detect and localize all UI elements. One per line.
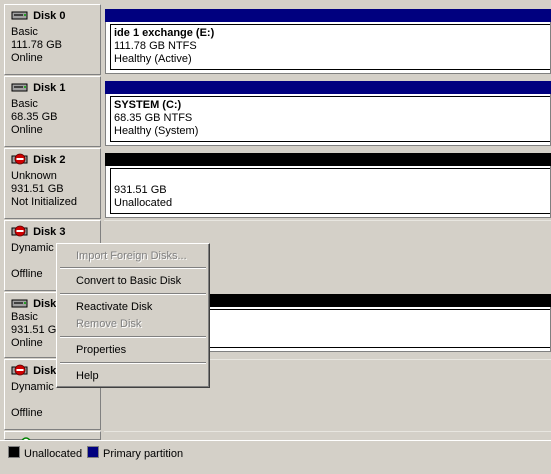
disk-name: Disk 2 (33, 154, 66, 166)
disk-type: Basic (11, 311, 38, 323)
disk-status: Not Initialized (11, 196, 78, 208)
context-menu: Import Foreign Disks... Convert to Basic… (56, 243, 210, 388)
disk-error-icon (11, 225, 33, 238)
menu-separator (60, 267, 206, 269)
volume-box[interactable]: 931.51 GB Unallocated (105, 166, 551, 218)
disk-name-wrap: Disk 2 (11, 153, 65, 167)
volume-health: Healthy (System) (114, 125, 199, 137)
volume-area: ide 1 exchange (E:) 111.78 GB NTFS Healt… (104, 4, 551, 75)
disk-type: Basic (11, 26, 38, 38)
unallocated-swatch (8, 446, 20, 458)
disk-row[interactable]: Disk 1 Basic 68.35 GB Online SYSTEM (C:)… (4, 76, 551, 147)
menu-convert-to-basic[interactable]: Convert to Basic Disk (60, 272, 206, 290)
volume-health: Unallocated (114, 197, 173, 209)
disk-status: Online (11, 337, 43, 349)
menu-separator (60, 362, 206, 364)
menu-remove-disk[interactable]: Remove Disk (60, 315, 206, 333)
disk-name-wrap: Disk 1 (11, 81, 65, 95)
disk-status: Offline (11, 268, 43, 280)
legend-primary: Primary partition (87, 446, 183, 461)
disk-online-icon (11, 298, 33, 310)
volume-area: 931.51 GB Unallocated (104, 148, 551, 219)
volume-size-fs: 111.78 GB NTFS (114, 40, 197, 52)
legend-unallocated-label: Unallocated (24, 448, 83, 460)
disk-row-partial (4, 431, 551, 440)
volume-area (104, 431, 551, 440)
volume-box[interactable]: SYSTEM (C:) 68.35 GB NTFS Healthy (Syste… (105, 94, 551, 146)
volume-area: SYSTEM (C:) 68.35 GB NTFS Healthy (Syste… (104, 76, 551, 147)
disk-label-panel[interactable]: Disk 2 Unknown 931.51 GB Not Initialized (4, 148, 101, 219)
volume-size-fs: 68.35 GB NTFS (114, 112, 193, 124)
disk-status: Online (11, 124, 43, 136)
disk-online-icon (11, 82, 33, 94)
disk-name: Disk (33, 365, 57, 377)
disk-type: Basic (11, 98, 38, 110)
disk-online-icon (11, 10, 33, 22)
disk-row[interactable]: Disk 2 Unknown 931.51 GB Not Initialized… (4, 148, 551, 219)
disk-size: 931.51 GB (11, 183, 64, 195)
disk-name: Disk 0 (33, 10, 66, 22)
disk-row[interactable]: Disk 0 Basic 111.78 GB Online ide 1 exch… (4, 4, 551, 75)
disk-name: Disk 1 (33, 82, 66, 94)
disk-name-wrap: Disk 3 (11, 225, 65, 239)
disk-name-wrap: Disk (11, 297, 56, 311)
volume-box[interactable]: ide 1 exchange (E:) 111.78 GB NTFS Healt… (105, 22, 551, 74)
volume-title: SYSTEM (C:) (114, 99, 182, 111)
disk-size: 68.35 GB (11, 111, 58, 123)
primary-partition-swatch (87, 446, 99, 458)
menu-separator (60, 293, 206, 295)
volume-health: Healthy (Active) (114, 53, 192, 65)
disk-name: Disk (33, 298, 57, 310)
disk-type: Unknown (11, 170, 57, 182)
unallocated-bar (105, 153, 551, 166)
disk-label-panel (4, 431, 101, 440)
volume-inner: ide 1 exchange (E:) 111.78 GB NTFS Healt… (110, 24, 550, 70)
menu-reactivate-disk[interactable]: Reactivate Disk (60, 298, 206, 316)
primary-partition-bar (105, 81, 551, 94)
volume-inner: SYSTEM (C:) 68.35 GB NTFS Healthy (Syste… (110, 96, 550, 142)
volume-size: 931.51 GB (114, 184, 167, 196)
legend-primary-label: Primary partition (103, 448, 184, 460)
disk-name: Disk 3 (33, 226, 66, 238)
disk-label-panel[interactable]: Disk 1 Basic 68.35 GB Online (4, 76, 101, 147)
menu-properties[interactable]: Properties (60, 341, 206, 359)
menu-separator (60, 336, 206, 338)
primary-partition-bar (105, 9, 551, 22)
disk-name-wrap: Disk 0 (11, 9, 65, 23)
volume-title: ide 1 exchange (E:) (114, 27, 215, 39)
disk-type: Dynamic (11, 242, 54, 254)
volume-inner: 931.51 GB Unallocated (110, 168, 550, 214)
disk-type: Dynamic (11, 381, 54, 393)
legend-unallocated: Unallocated (8, 446, 82, 461)
menu-help[interactable]: Help (60, 367, 206, 385)
disk-name-wrap: Disk (11, 364, 56, 378)
disk-status: Offline (11, 407, 43, 419)
disk-error-icon (11, 364, 33, 377)
disk-size: 111.78 GB (11, 39, 62, 51)
disk-error-icon (11, 153, 33, 166)
disk-label-panel[interactable]: Disk 0 Basic 111.78 GB Online (4, 4, 101, 75)
legend-bar: Unallocated Primary partition (0, 440, 551, 474)
menu-import-foreign-disks[interactable]: Import Foreign Disks... (60, 247, 206, 265)
disk-status: Online (11, 52, 43, 64)
